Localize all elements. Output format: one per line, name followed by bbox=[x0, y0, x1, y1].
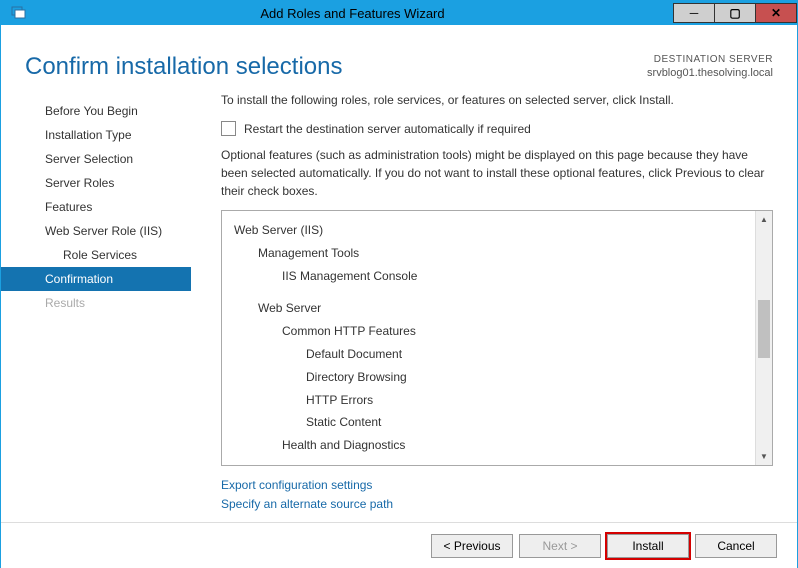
destination-info: DESTINATION SERVER srvblog01.thesolving.… bbox=[647, 53, 773, 80]
window-title: Add Roles and Features Wizard bbox=[31, 6, 674, 21]
restart-checkbox[interactable] bbox=[221, 121, 236, 136]
nav-item-role-services[interactable]: Role Services bbox=[1, 243, 191, 267]
tree-item: Management Tools bbox=[234, 242, 743, 265]
scroll-down-button[interactable]: ▼ bbox=[756, 448, 772, 465]
close-button[interactable]: ✕ bbox=[755, 3, 797, 23]
links-area: Export configuration settings Specify an… bbox=[221, 466, 773, 522]
nav-item-results: Results bbox=[1, 291, 191, 315]
nav-item-before-you-begin[interactable]: Before You Begin bbox=[1, 99, 191, 123]
footer: < Previous Next > Install Cancel bbox=[1, 522, 797, 568]
app-icon bbox=[7, 1, 31, 25]
nav-item-confirmation[interactable]: Confirmation bbox=[1, 267, 191, 291]
tree-item: Common HTTP Features bbox=[234, 320, 743, 343]
tree-item: Default Document bbox=[234, 343, 743, 366]
tree-item: Health and Diagnostics bbox=[234, 434, 743, 457]
feature-listbox: Web Server (IIS)Management ToolsIIS Mana… bbox=[221, 210, 773, 466]
instruction-text: To install the following roles, role ser… bbox=[221, 93, 773, 107]
destination-server: srvblog01.thesolving.local bbox=[647, 66, 773, 80]
export-config-link[interactable]: Export configuration settings bbox=[221, 476, 773, 495]
page-title: Confirm installation selections bbox=[25, 53, 647, 81]
cancel-button[interactable]: Cancel bbox=[695, 534, 777, 558]
minimize-button[interactable]: ─ bbox=[673, 3, 715, 23]
install-button[interactable]: Install bbox=[607, 534, 689, 558]
nav-item-web-server-role-iis-[interactable]: Web Server Role (IIS) bbox=[1, 219, 191, 243]
feature-tree[interactable]: Web Server (IIS)Management ToolsIIS Mana… bbox=[222, 211, 755, 465]
destination-label: DESTINATION SERVER bbox=[647, 53, 773, 66]
nav-item-features[interactable]: Features bbox=[1, 195, 191, 219]
titlebar: Add Roles and Features Wizard ─ ▢ ✕ bbox=[1, 1, 797, 25]
tree-item: HTTP Errors bbox=[234, 389, 743, 412]
tree-item: IIS Management Console bbox=[234, 265, 743, 288]
optional-note: Optional features (such as administratio… bbox=[221, 146, 773, 200]
main-panel: To install the following roles, role ser… bbox=[191, 93, 797, 522]
scroll-track[interactable] bbox=[756, 228, 772, 448]
nav-item-server-roles[interactable]: Server Roles bbox=[1, 171, 191, 195]
next-button: Next > bbox=[519, 534, 601, 558]
tree-item: Directory Browsing bbox=[234, 366, 743, 389]
previous-button[interactable]: < Previous bbox=[431, 534, 513, 558]
wizard-window: Add Roles and Features Wizard ─ ▢ ✕ Conf… bbox=[0, 0, 798, 565]
alt-source-link[interactable]: Specify an alternate source path bbox=[221, 495, 773, 514]
nav-item-server-selection[interactable]: Server Selection bbox=[1, 147, 191, 171]
window-controls: ─ ▢ ✕ bbox=[674, 3, 797, 23]
tree-item: Static Content bbox=[234, 411, 743, 434]
body-row: Before You BeginInstallation TypeServer … bbox=[1, 93, 797, 522]
nav-item-installation-type[interactable]: Installation Type bbox=[1, 123, 191, 147]
header-row: Confirm installation selections DESTINAT… bbox=[1, 25, 797, 93]
tree-item: Web Server bbox=[234, 297, 743, 320]
restart-label: Restart the destination server automatic… bbox=[244, 122, 531, 136]
wizard-nav: Before You BeginInstallation TypeServer … bbox=[1, 93, 191, 522]
restart-row: Restart the destination server automatic… bbox=[221, 121, 773, 136]
scroll-thumb[interactable] bbox=[758, 300, 770, 358]
scroll-up-button[interactable]: ▲ bbox=[756, 211, 772, 228]
content-area: Confirm installation selections DESTINAT… bbox=[1, 25, 797, 568]
maximize-button[interactable]: ▢ bbox=[714, 3, 756, 23]
tree-item: Web Server (IIS) bbox=[234, 219, 743, 242]
scrollbar: ▲ ▼ bbox=[755, 211, 772, 465]
